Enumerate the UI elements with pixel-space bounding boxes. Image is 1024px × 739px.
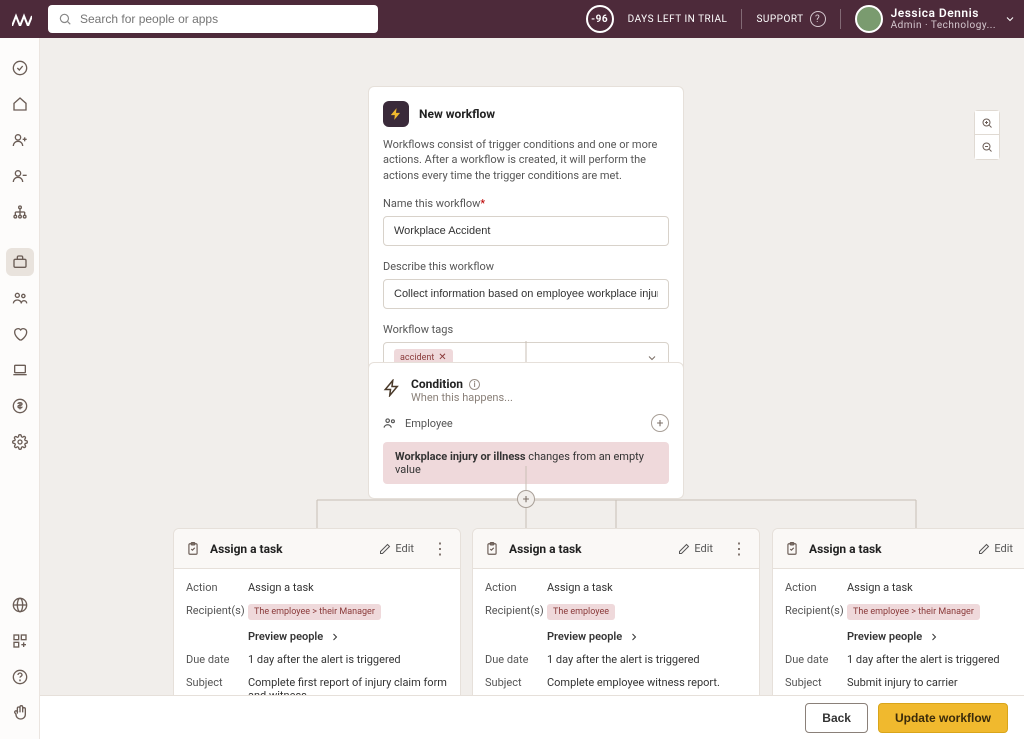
edit-button[interactable]: Edit [678, 542, 713, 555]
edit-button[interactable]: Edit [978, 542, 1013, 555]
trial-badge[interactable]: -96 [586, 5, 614, 33]
avatar [855, 5, 883, 33]
label-due: Due date [485, 653, 537, 666]
footer: Back Update workflow [40, 695, 1024, 739]
task-card-1: Assign a task Edit ⋮ Action Assign a task… [173, 528, 461, 695]
chevron-right-icon [928, 631, 940, 643]
value-due: 1 day after the alert is triggered [847, 653, 1024, 666]
workflow-canvas: New workflow Workflows consist of trigge… [40, 38, 1024, 695]
preview-people-link[interactable]: Preview people [547, 630, 747, 643]
nav-check-icon[interactable] [6, 54, 34, 82]
support-link[interactable]: SUPPORT ? [756, 11, 825, 27]
nav-home-icon[interactable] [6, 90, 34, 118]
search-icon [58, 12, 72, 26]
task-title: Assign a task [210, 542, 283, 556]
add-step-button[interactable]: + [517, 490, 535, 508]
label-subject: Subject [485, 676, 537, 689]
label-due: Due date [186, 653, 238, 666]
topbar: -96 DAYS LEFT IN TRIAL SUPPORT ? Jessica… [0, 0, 1024, 38]
label-subject: Subject [186, 676, 238, 695]
chevron-right-icon [628, 631, 640, 643]
label-action: Action [485, 581, 537, 594]
value-action: Assign a task [547, 581, 747, 594]
topbar-right: -96 DAYS LEFT IN TRIAL SUPPORT ? Jessica… [586, 5, 1016, 33]
nav-help-icon[interactable] [6, 663, 34, 691]
nav-org-icon[interactable] [6, 198, 34, 226]
logo[interactable] [8, 5, 36, 33]
update-workflow-button[interactable]: Update workflow [878, 703, 1008, 733]
task-title: Assign a task [509, 542, 582, 556]
task-icon [485, 542, 499, 556]
help-icon: ? [810, 11, 826, 27]
value-action: Assign a task [847, 581, 1024, 594]
nav-settings-icon[interactable] [6, 428, 34, 456]
recipient-tag: The employee > their Manager [248, 604, 381, 620]
search-input[interactable] [80, 12, 368, 26]
label-due: Due date [785, 653, 837, 666]
divider [741, 9, 742, 29]
task-title: Assign a task [809, 542, 882, 556]
sidebar [0, 38, 40, 739]
chevron-right-icon [329, 631, 341, 643]
back-button[interactable]: Back [805, 703, 868, 733]
label-action: Action [186, 581, 238, 594]
nav-heart-icon[interactable] [6, 320, 34, 348]
search-box[interactable] [48, 5, 378, 33]
value-action: Assign a task [248, 581, 448, 594]
nav-person-plus-icon[interactable] [6, 126, 34, 154]
value-subject: Complete employee witness report. [547, 676, 747, 689]
value-subject: Complete first report of injury claim fo… [248, 676, 448, 695]
preview-people-link[interactable]: Preview people [847, 630, 1024, 643]
nav-people-icon[interactable] [6, 284, 34, 312]
user-name: Jessica Dennis [891, 6, 996, 20]
recipient-tag: The employee > their Manager [847, 604, 980, 620]
task-card-3: Assign a task Edit ⋮ ActionAssign a task… [772, 528, 1024, 695]
recipient-tag: The employee [547, 604, 615, 620]
label-subject: Subject [785, 676, 837, 689]
pencil-icon [379, 543, 391, 555]
kebab-menu[interactable]: ⋮ [731, 539, 747, 558]
task-card-2: Assign a task Edit ⋮ Action Assign a task… [472, 528, 760, 695]
label-recipients: Recipient(s) [785, 604, 837, 620]
label-recipients: Recipient(s) [186, 604, 238, 620]
nav-hand-icon[interactable] [6, 699, 34, 727]
nav-briefcase-icon[interactable] [6, 248, 34, 276]
nav-laptop-icon[interactable] [6, 356, 34, 384]
user-role: Admin · Technology... [891, 20, 996, 32]
value-due: 1 day after the alert is triggered [547, 653, 747, 666]
trial-label: DAYS LEFT IN TRIAL [628, 14, 728, 25]
pencil-icon [678, 543, 690, 555]
value-subject: Submit injury to carrier [847, 676, 1024, 689]
chevron-down-icon [1004, 13, 1016, 25]
label-recipients: Recipient(s) [485, 604, 537, 620]
divider [840, 9, 841, 29]
label-action: Action [785, 581, 837, 594]
value-due: 1 day after the alert is triggered [248, 653, 448, 666]
user-menu[interactable]: Jessica Dennis Admin · Technology... [855, 5, 1016, 33]
nav-globe-icon[interactable] [6, 591, 34, 619]
task-icon [186, 542, 200, 556]
nav-apps-icon[interactable] [6, 627, 34, 655]
edit-button[interactable]: Edit [379, 542, 414, 555]
preview-people-link[interactable]: Preview people [248, 630, 448, 643]
task-icon [785, 542, 799, 556]
nav-dollar-icon[interactable] [6, 392, 34, 420]
nav-person-minus-icon[interactable] [6, 162, 34, 190]
kebab-menu[interactable]: ⋮ [432, 539, 448, 558]
pencil-icon [978, 543, 990, 555]
